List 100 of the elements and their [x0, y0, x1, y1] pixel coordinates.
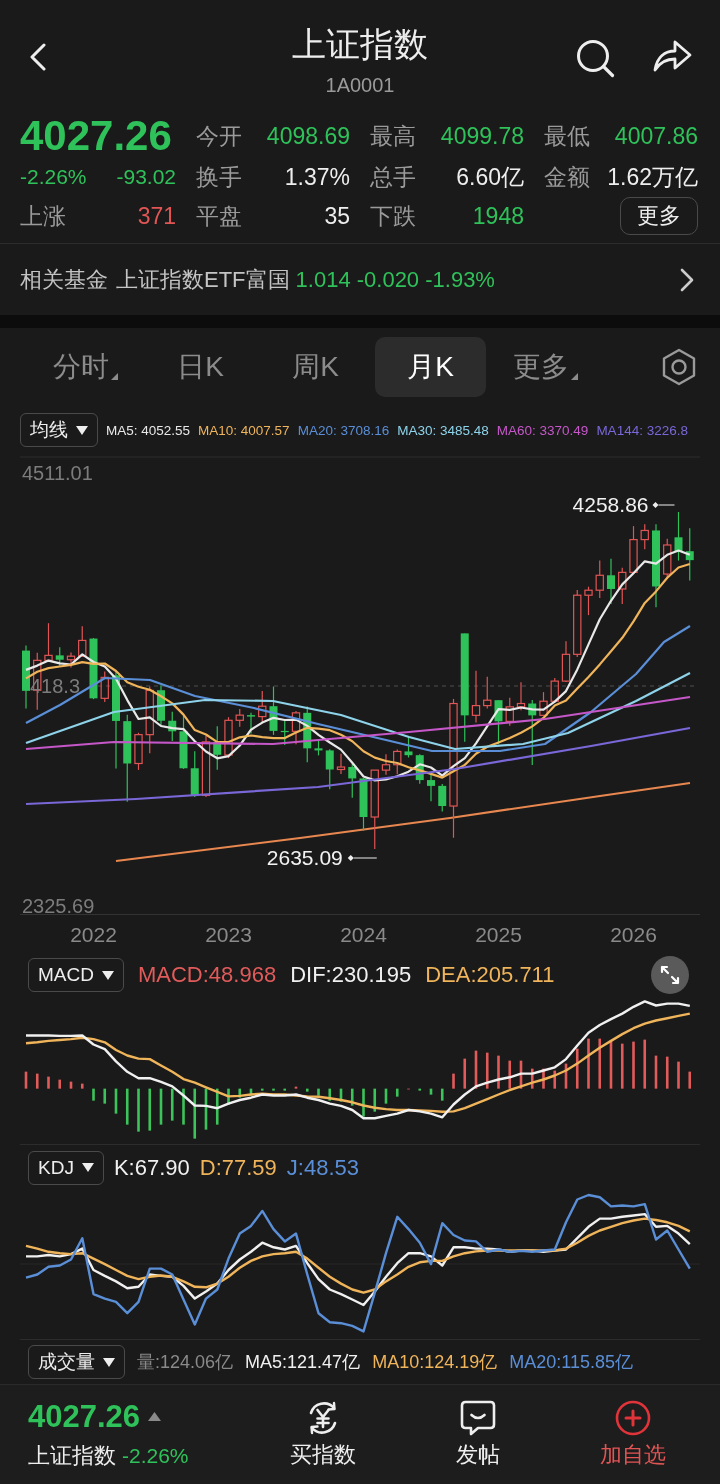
- histogram-bar: [125, 1088, 129, 1125]
- stat-label: 换手: [196, 162, 242, 192]
- volume-value: MA10:124.19亿: [372, 1351, 498, 1374]
- indicator-dropdown[interactable]: KDJ: [28, 1150, 104, 1185]
- candlestick: [663, 538, 672, 579]
- indicator-value: DEA:205.711: [425, 962, 555, 988]
- stat-value: 1.62万亿: [607, 162, 698, 192]
- histogram-bar: [362, 1088, 365, 1117]
- expand-icon: [660, 965, 680, 985]
- histogram-bar: [643, 1039, 647, 1089]
- volume-value: MA20:115.85亿: [509, 1351, 633, 1374]
- dropdown-triangle-icon: [103, 1357, 115, 1367]
- histogram-bar: [92, 1088, 95, 1101]
- dropdown-triangle-icon: [81, 1163, 94, 1172]
- histogram-bar: [215, 1088, 219, 1125]
- histogram-bar: [395, 1088, 399, 1097]
- chevron-right-icon[interactable]: [680, 267, 694, 292]
- back-icon[interactable]: [28, 43, 48, 71]
- indicator-dropdown[interactable]: 均线: [20, 413, 98, 447]
- histogram-bar: [418, 1088, 422, 1091]
- chart-period-tab[interactable]: 周K: [260, 336, 371, 397]
- histogram-bar: [47, 1076, 50, 1089]
- candlestick: [640, 523, 649, 550]
- candlestick: [550, 677, 559, 704]
- year-label: 2026: [610, 923, 657, 946]
- expand-button[interactable]: [651, 956, 689, 994]
- histogram-bar: [24, 1071, 28, 1089]
- post-button[interactable]: 发帖: [455, 1399, 500, 1470]
- stat-value: 1.37%: [284, 163, 350, 191]
- histogram-bar: [587, 1038, 590, 1089]
- candlestick: [314, 739, 323, 756]
- change-percent: -2.26%: [20, 165, 87, 189]
- year-label: 2023: [205, 923, 252, 946]
- indicator-dropdown[interactable]: 成交量: [28, 1345, 125, 1379]
- histogram-bar: [440, 1088, 444, 1101]
- fund-label: 相关基金: [20, 265, 108, 294]
- candlestick: [213, 725, 222, 771]
- candlestick: [66, 651, 76, 669]
- candlestick: [584, 586, 593, 616]
- chart-period-tab[interactable]: 月K: [375, 336, 486, 397]
- up-triangle-icon: [148, 1412, 162, 1421]
- candlestick: [78, 625, 87, 658]
- histogram-bar: [114, 1088, 118, 1114]
- indicator-value: DIF:230.195: [290, 962, 412, 988]
- histogram-bar: [384, 1088, 388, 1104]
- indicator-value: K:67.90: [113, 1154, 190, 1181]
- histogram-bar: [632, 1041, 635, 1089]
- candlestick: [22, 644, 30, 710]
- chart-period-tab[interactable]: 日K: [145, 336, 256, 397]
- histogram-bar: [485, 1052, 489, 1089]
- candlestick: [100, 670, 109, 703]
- candlestick: [381, 753, 391, 776]
- candlestick: [595, 559, 604, 599]
- moving-average-value: MA5: 4052.55: [106, 422, 191, 438]
- volume-value: 量:124.06亿: [137, 1351, 234, 1374]
- candlestick: [404, 736, 413, 759]
- moving-average-value: MA144: 3226.8: [596, 422, 688, 438]
- candlestick: [291, 710, 301, 745]
- indicator-value: J:48.53: [286, 1154, 359, 1181]
- index-price: 4027.26: [20, 114, 173, 158]
- histogram-bar: [283, 1088, 287, 1091]
- histogram-bar: [238, 1088, 242, 1098]
- candlestick: [483, 676, 492, 710]
- buy-index-button[interactable]: 买指数: [289, 1399, 356, 1470]
- stat-value: 4099.78: [440, 122, 524, 150]
- stat-label: 最高: [370, 121, 416, 151]
- candlestick: [44, 622, 53, 662]
- histogram-bar: [350, 1088, 354, 1106]
- histogram-bar: [328, 1088, 332, 1101]
- histogram-bar: [452, 1073, 455, 1089]
- candlestick: [438, 783, 447, 813]
- leader-line: [652, 502, 676, 508]
- candlestick: [168, 711, 177, 742]
- histogram-bar: [103, 1088, 107, 1104]
- histogram-bar: [609, 1040, 613, 1089]
- histogram-bar: [542, 1068, 545, 1089]
- price-annotation: 4258.86: [572, 493, 649, 516]
- histogram-bar: [69, 1081, 73, 1089]
- histogram-bar: [249, 1088, 253, 1096]
- histogram-bar: [519, 1060, 523, 1089]
- stat-label: 金额: [544, 162, 590, 192]
- dropdown-triangle-icon: [101, 970, 114, 980]
- histogram-bar: [677, 1061, 680, 1089]
- share-icon[interactable]: [652, 38, 692, 74]
- more-button[interactable]: 更多: [620, 197, 698, 235]
- settings-icon[interactable]: [661, 347, 697, 386]
- year-label: 2024: [340, 923, 387, 946]
- add-watchlist-button[interactable]: 加自选: [599, 1399, 666, 1470]
- candlestick: [190, 750, 199, 798]
- candlestick: [224, 716, 233, 759]
- candlestick: [201, 734, 211, 798]
- fund-quote: 1.014 -0.020 -1.93%: [295, 266, 495, 293]
- indicator-dropdown[interactable]: MACD: [28, 958, 124, 992]
- histogram-bar: [80, 1083, 84, 1089]
- chart-period-tab[interactable]: 分时: [30, 336, 141, 397]
- chart-period-tab[interactable]: 更多: [490, 336, 601, 397]
- fund-name[interactable]: 上证指数ETF富国: [116, 264, 290, 295]
- plus-circle-icon: [614, 1399, 651, 1436]
- candlestick: [539, 691, 548, 717]
- search-icon[interactable]: [575, 38, 615, 78]
